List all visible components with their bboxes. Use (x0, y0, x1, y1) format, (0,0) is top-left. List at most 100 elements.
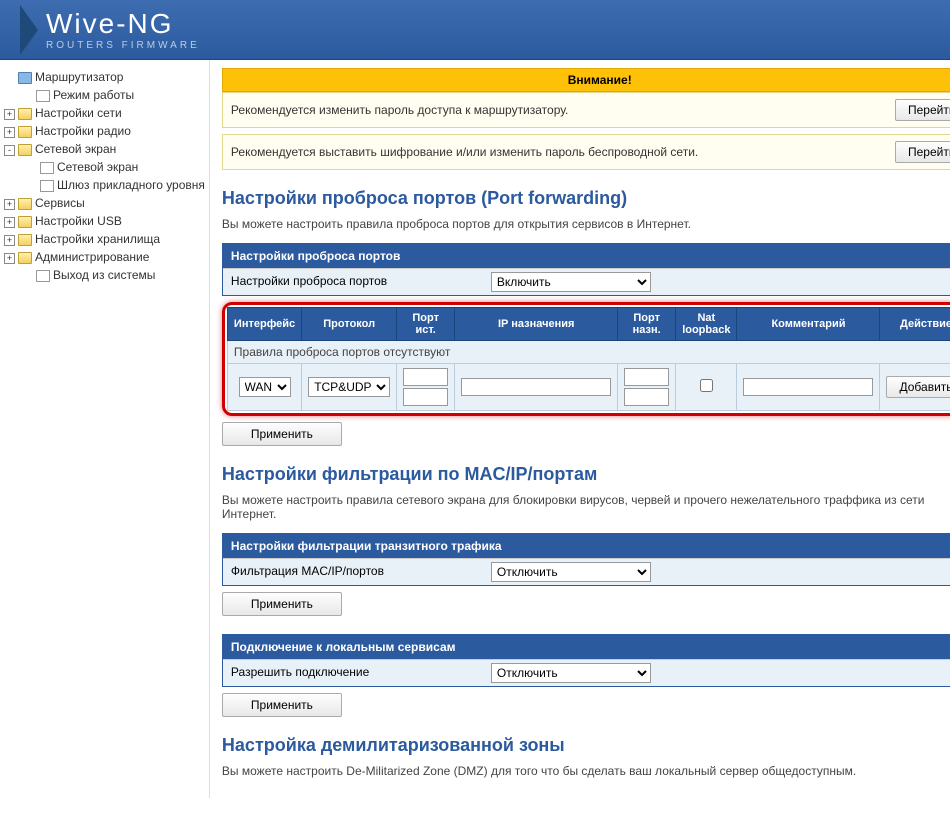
row-label: Разрешить подключение (223, 660, 483, 686)
monitor-icon (18, 72, 32, 84)
port-forward-rules-highlight: Интерфейс Протокол Порт ист. IP назначен… (222, 302, 950, 416)
folder-icon (18, 252, 32, 264)
src-port-to-input[interactable] (403, 388, 448, 406)
page-icon (36, 90, 50, 102)
comment-input[interactable] (743, 378, 873, 396)
col-comment: Комментарий (737, 308, 880, 341)
expand-icon[interactable]: + (4, 109, 15, 120)
section-intro: Вы можете настроить De-Militarized Zone … (222, 764, 950, 778)
sidebar-label: Настройки радио (35, 124, 131, 138)
expand-icon[interactable]: + (4, 253, 15, 264)
go-button-wifi[interactable]: Перейти (895, 141, 950, 163)
sidebar-label: Настройки хранилища (35, 232, 160, 246)
new-rule-row: WAN TCP&UDP Добавить (227, 364, 950, 411)
sidebar-item-1[interactable]: Режим работы (4, 86, 205, 104)
page-icon (36, 270, 50, 282)
notice-text: Рекомендуется изменить пароль доступа к … (231, 103, 568, 117)
sidebar-item-8[interactable]: + Настройки USB (4, 212, 205, 230)
expand-icon[interactable]: + (4, 217, 15, 228)
main-content: Внимание! Рекомендуется изменить пароль … (210, 60, 950, 798)
expand-icon[interactable]: + (4, 199, 15, 210)
col-nat-loopback: Nat loopback (676, 308, 737, 341)
sidebar-item-6[interactable]: Шлюз прикладного уровня (4, 176, 205, 194)
section-intro: Вы можете настроить правила сетевого экр… (222, 493, 950, 521)
col-interface: Интерфейс (227, 308, 301, 341)
sidebar-item-11[interactable]: Выход из системы (4, 266, 205, 284)
logo-icon (20, 5, 38, 55)
expand-icon[interactable]: + (4, 235, 15, 246)
notice-wifi: Рекомендуется выставить шифрование и/или… (222, 134, 950, 170)
attention-header: Внимание! (222, 68, 950, 92)
go-button-password[interactable]: Перейти (895, 99, 950, 121)
col-dest-port: Порт назн. (618, 308, 676, 341)
sidebar-item-7[interactable]: + Сервисы (4, 194, 205, 212)
expand-icon[interactable]: + (4, 127, 15, 138)
panel-header: Настройки фильтрации транзитного трафика (223, 534, 950, 558)
sidebar-item-0[interactable]: Маршрутизатор (4, 68, 205, 86)
expand-icon[interactable]: - (4, 145, 15, 156)
sidebar-item-9[interactable]: + Настройки хранилища (4, 230, 205, 248)
sidebar-label: Режим работы (53, 88, 134, 102)
panel-header: Подключение к локальным сервисам (223, 635, 950, 659)
sidebar-item-3[interactable]: + Настройки радио (4, 122, 205, 140)
sidebar-label: Настройки сети (35, 106, 122, 120)
notice-text: Рекомендуется выставить шифрование и/или… (231, 145, 698, 159)
src-port-from-input[interactable] (403, 368, 448, 386)
col-dest-ip: IP назначения (455, 308, 618, 341)
local-services-panel: Подключение к локальным сервисам Разреши… (222, 634, 950, 687)
folder-icon (18, 126, 32, 138)
panel-row: Фильтрация MAC/IP/портов Отключить (223, 558, 950, 585)
dest-ip-input[interactable] (461, 378, 611, 396)
brand-name: Wive-NG (46, 8, 200, 40)
sidebar-item-4[interactable]: - Сетевой экран (4, 140, 205, 158)
protocol-select[interactable]: TCP&UDP (308, 377, 390, 397)
sidebar-item-2[interactable]: + Настройки сети (4, 104, 205, 122)
panel-row: Настройки проброса портов Включить (223, 268, 950, 295)
col-src-port: Порт ист. (397, 308, 455, 341)
mac-filter-panel: Настройки фильтрации транзитного трафика… (222, 533, 950, 586)
folder-icon (18, 108, 32, 120)
empty-message: Правила проброса портов отсутствуют (227, 341, 950, 364)
section-title-port-forward: Настройки проброса портов (Port forwardi… (222, 188, 950, 209)
sidebar-label: Сервисы (35, 196, 85, 210)
sidebar-label: Шлюз прикладного уровня (57, 178, 205, 192)
add-rule-button[interactable]: Добавить (886, 376, 950, 398)
row-label: Фильтрация MAC/IP/портов (223, 559, 483, 585)
sidebar-item-10[interactable]: + Администрирование (4, 248, 205, 266)
section-title-dmz: Настройка демилитаризованной зоны (222, 735, 950, 756)
col-action: Действие (880, 308, 950, 341)
folder-icon (18, 216, 32, 228)
panel-row: Разрешить подключение Отключить (223, 659, 950, 686)
sidebar-label: Настройки USB (35, 214, 122, 228)
sidebar: Маршрутизатор Режим работы + Настройки сети… (0, 60, 210, 798)
interface-select[interactable]: WAN (239, 377, 291, 397)
sidebar-label: Сетевой экран (57, 160, 138, 174)
sidebar-label: Администрирование (35, 250, 149, 264)
apply-local-services-button[interactable]: Применить (222, 693, 342, 717)
dest-port-to-input[interactable] (624, 388, 669, 406)
brand-subtitle: ROUTERS FIRMWARE (46, 40, 200, 51)
port-forward-panel: Настройки проброса портов Настройки проб… (222, 243, 950, 296)
notice-password: Рекомендуется изменить пароль доступа к … (222, 92, 950, 128)
port-forward-enable-select[interactable]: Включить (491, 272, 651, 292)
apply-mac-filter-button[interactable]: Применить (222, 592, 342, 616)
folder-open-icon (18, 144, 32, 156)
sidebar-item-5[interactable]: Сетевой экран (4, 158, 205, 176)
apply-port-forward-button[interactable]: Применить (222, 422, 342, 446)
app-header: Wive-NG ROUTERS FIRMWARE (0, 0, 950, 60)
folder-icon (18, 198, 32, 210)
local-services-select[interactable]: Отключить (491, 663, 651, 683)
nat-loopback-checkbox[interactable] (700, 379, 713, 392)
dest-port-from-input[interactable] (624, 368, 669, 386)
logo-text: Wive-NG ROUTERS FIRMWARE (46, 8, 200, 51)
col-protocol: Протокол (302, 308, 397, 341)
folder-icon (18, 234, 32, 246)
section-title-mac-filter: Настройки фильтрации по MAC/IP/портам (222, 464, 950, 485)
sidebar-label: Маршрутизатор (35, 70, 123, 84)
port-forward-table: Интерфейс Протокол Порт ист. IP назначен… (227, 307, 950, 411)
mac-filter-select[interactable]: Отключить (491, 562, 651, 582)
sidebar-label: Сетевой экран (35, 142, 116, 156)
page-icon (40, 180, 54, 192)
sidebar-label: Выход из системы (53, 268, 155, 282)
row-label: Настройки проброса портов (223, 269, 483, 295)
